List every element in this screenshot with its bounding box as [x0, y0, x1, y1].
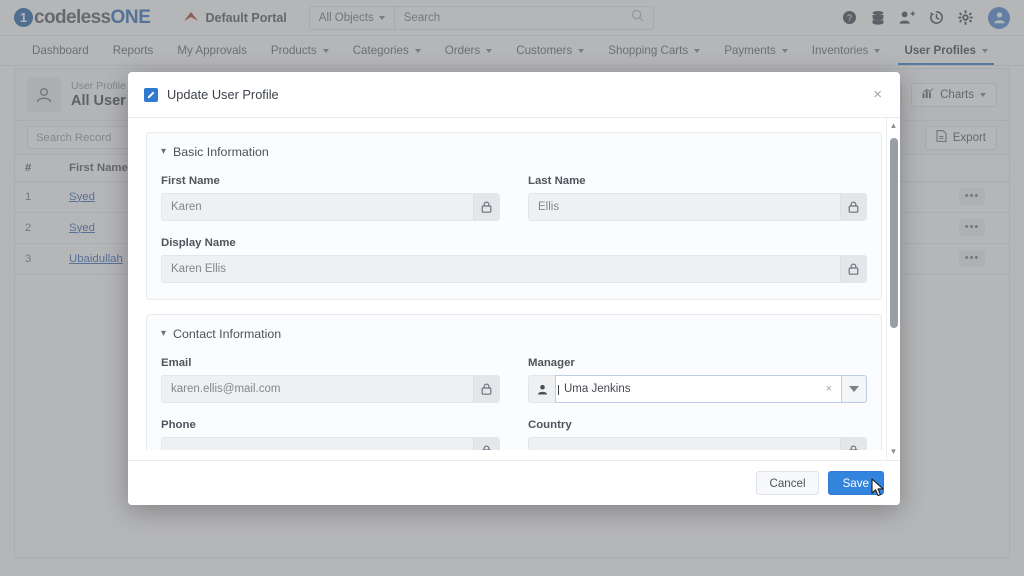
readonly-input: Karen Ellis [161, 255, 867, 283]
manager-select[interactable]: Uma Jenkins × [528, 375, 867, 403]
field-value: Karen Ellis [162, 256, 840, 282]
text-caret [558, 385, 559, 395]
cancel-button[interactable]: Cancel [756, 471, 819, 495]
section-title: Contact Information [173, 327, 282, 341]
chevron-down-icon: ▾ [161, 146, 167, 157]
scroll-up-icon[interactable]: ▲ [890, 118, 898, 134]
form-row: Display Name Karen Ellis [161, 237, 867, 283]
application-window: 1 codeless ONE Default Portal All Object… [0, 0, 1024, 576]
form-section: ▾ Contact Information Email karen.ellis@mai… [146, 314, 882, 460]
clear-icon[interactable]: × [817, 383, 841, 395]
lock-icon [840, 194, 866, 220]
field-value: Karen [162, 194, 473, 220]
scrollbar-track[interactable] [887, 134, 900, 444]
field-label: Display Name [161, 237, 236, 249]
field-value: Ellis [529, 194, 840, 220]
lock-icon [840, 256, 866, 282]
readonly-input: Ellis [528, 193, 867, 221]
field-label: First Name [161, 175, 220, 187]
modal-scrollbar[interactable]: ▲ ▼ [886, 118, 900, 460]
chevron-down-icon: ▾ [161, 328, 167, 339]
save-button[interactable]: Save [827, 471, 884, 495]
field-label: Email [161, 357, 192, 369]
field-label: Last Name [528, 175, 586, 187]
body-clip [128, 450, 886, 460]
form-section: ▾ Basic Information First Name Karen Last Na… [146, 132, 882, 300]
person-icon [528, 375, 555, 403]
field-label: Manager [528, 357, 575, 369]
modal-body: ▾ Basic Information First Name Karen Last Na… [128, 118, 900, 460]
form-field: Last Name Ellis [528, 175, 867, 221]
readonly-input: karen.ellis@mail.com [161, 375, 500, 403]
section-header[interactable]: ▾ Contact Information [161, 327, 867, 341]
edit-pencil-icon [144, 87, 158, 102]
scrollbar-thumb[interactable] [890, 138, 898, 328]
lock-icon [473, 376, 499, 402]
modal-footer: Cancel Save [128, 460, 900, 505]
field-label: Phone [161, 419, 196, 431]
form-field: Manager Uma Jenkins × [528, 357, 867, 403]
form-field: First Name Karen [161, 175, 500, 221]
form-row: First Name Karen Last Name Ellis [161, 175, 867, 221]
readonly-input: Karen [161, 193, 500, 221]
form-field: Display Name Karen Ellis [161, 237, 867, 283]
field-label: Country [528, 419, 572, 431]
modal-header: Update User Profile × [128, 72, 900, 118]
scroll-down-icon[interactable]: ▼ [890, 444, 898, 460]
modal-title: Update User Profile [167, 87, 279, 102]
section-title: Basic Information [173, 145, 269, 159]
update-user-profile-modal: Update User Profile × ▾ Basic Information… [128, 72, 900, 505]
select-value: Uma Jenkins [556, 383, 817, 395]
field-value: karen.ellis@mail.com [162, 376, 473, 402]
close-icon[interactable]: × [871, 83, 884, 106]
lock-icon [473, 194, 499, 220]
form-field: Email karen.ellis@mail.com [161, 357, 500, 403]
section-header[interactable]: ▾ Basic Information [161, 145, 867, 159]
dropdown-arrow-icon[interactable] [841, 375, 867, 403]
form-row: Email karen.ellis@mail.com Manager Uma Jenk… [161, 357, 867, 403]
select-control[interactable]: Uma Jenkins × [555, 375, 841, 403]
